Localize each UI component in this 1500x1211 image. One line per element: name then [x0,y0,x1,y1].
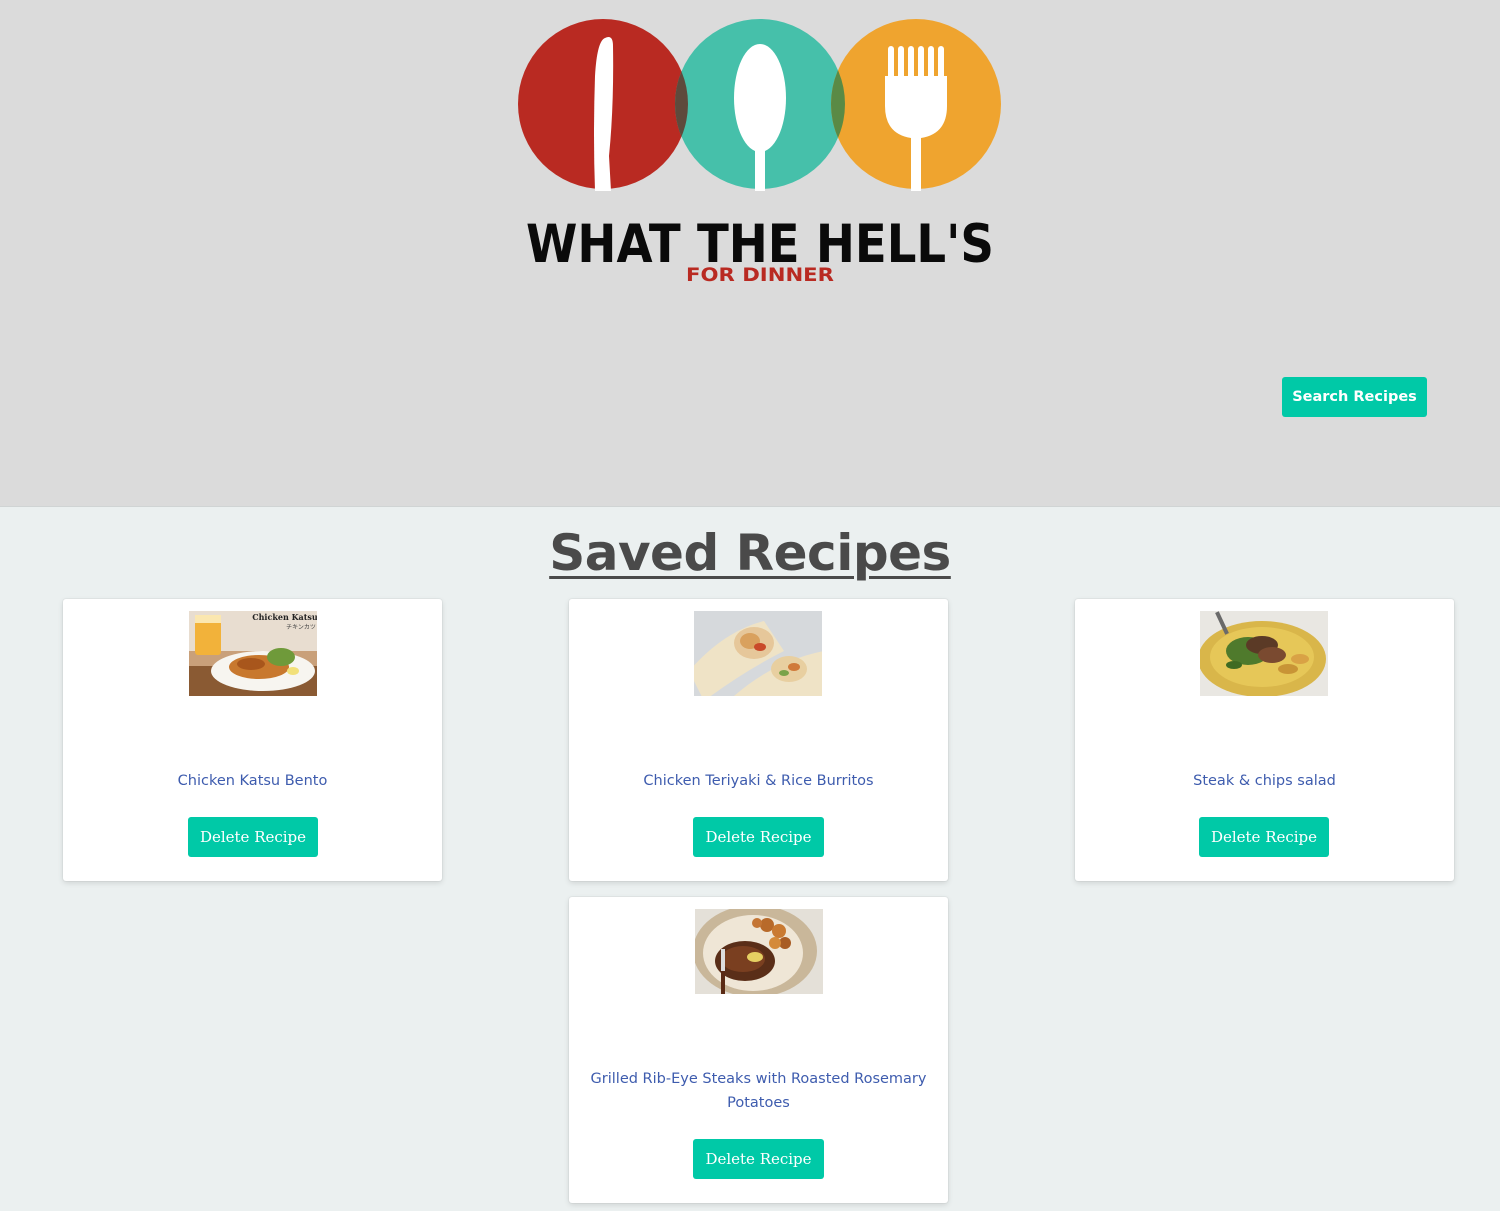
delete-recipe-button[interactable]: Delete Recipe [693,1139,824,1179]
image-caption: Chicken Katsu [252,612,317,622]
site-logo: WHAT THE HELL'S FOR DINNER [518,19,1001,286]
recipe-title-link[interactable]: Chicken Teriyaki & Rice Burritos [589,769,928,793]
recipe-card: Grilled Rib-Eye Steaks with Roasted Rose… [569,897,948,1203]
recipe-image[interactable] [1200,611,1328,696]
recipe-card: Chicken Katsu チキンカツ Chicken Katsu Bento … [63,599,442,881]
site-header: WHAT THE HELL'S FOR DINNER Search Recipe… [0,0,1500,507]
steak-salad-photo-icon [1200,611,1328,696]
saved-recipes-heading: Saved Recipes [549,524,951,582]
search-recipes-button[interactable]: Search Recipes [1282,377,1427,417]
delete-recipe-button[interactable]: Delete Recipe [1199,817,1329,857]
image-caption-jp: チキンカツ [286,624,316,631]
logo-subtitle: FOR DINNER [686,264,834,286]
recipe-title-link[interactable]: Grilled Rib-Eye Steaks with Roasted Rose… [589,1067,928,1115]
chicken-katsu-photo-icon: Chicken Katsu チキンカツ [189,611,317,696]
recipe-title-link[interactable]: Chicken Katsu Bento [83,769,422,793]
recipe-image[interactable]: Chicken Katsu チキンカツ [189,611,317,696]
recipe-card: Steak & chips salad Delete Recipe [1075,599,1454,881]
recipe-image[interactable] [695,909,823,994]
burrito-photo-icon [694,611,822,696]
ribeye-steak-photo-icon [695,909,823,994]
recipe-card: Chicken Teriyaki & Rice Burritos Delete … [569,599,948,881]
delete-recipe-button[interactable]: Delete Recipe [188,817,318,857]
recipe-title-link[interactable]: Steak & chips salad [1095,769,1434,793]
delete-recipe-button[interactable]: Delete Recipe [693,817,824,857]
recipe-image[interactable] [694,611,822,696]
